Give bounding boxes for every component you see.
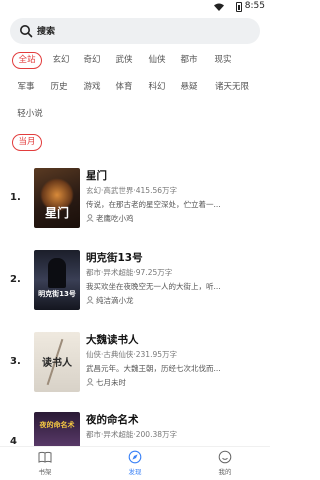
nav-discover-label: 发现 [128,468,142,476]
filter-tiyu[interactable]: 体育 [112,79,136,96]
book-title: 夜的命名术 [86,414,139,426]
book-meta: 都市·异术超能·97.25万字 [86,268,173,277]
filter-youxi[interactable]: 游戏 [80,79,104,96]
cover-title: 明克街13号 [38,290,76,298]
book-rank: 3. [10,356,21,367]
status-bar: 8:55 [0,0,270,14]
book-description: 我买欢坐在夜晚空无一人的大街上，听... [86,282,221,291]
book-title: 星门 [86,170,107,182]
book-author: 七月未时 [96,378,126,387]
filter-xianshi[interactable]: 现实 [210,52,236,69]
cover-title: 星门 [44,206,69,220]
author-icon [86,378,94,386]
book-description: 传说，在那古老的星空深处，伫立着一... [86,200,221,209]
nav-me-label: 我的 [218,468,232,476]
book-item[interactable]: 4 夜的命名术 夜的命名术 都市·异术超能·200.38万字 [0,408,270,446]
filter-lishi[interactable]: 历史 [47,79,71,96]
compass-icon [128,450,142,464]
book-item[interactable]: 3. 读书人 大魏读书人 仙侠·古典仙侠·231.95万字 武昌元年。大魏王朝，… [0,328,270,400]
book-item[interactable]: 1. 星门 星门 玄幻·高武世界·415.56万字 传说，在那古老的星空深处，伫… [0,164,270,236]
book-meta: 玄幻·高武世界·415.56万字 [86,186,178,195]
book-cover: 读书人 [34,332,80,392]
book-title: 明克街13号 [86,252,143,264]
book-author: 纯洁滴小龙 [96,296,134,305]
nav-discover[interactable]: 发现 [110,450,160,480]
wifi-icon [214,3,224,11]
book-rank: 4 [10,436,17,446]
filter-xianxia[interactable]: 仙侠 [145,52,169,69]
book-item[interactable]: 2. 明克街13号 明克街13号 都市·异术超能·97.25万字 我买欢坐在夜晚… [0,246,270,318]
cover-title: 夜的命名术 [39,421,75,429]
bookshelf-icon [38,451,52,463]
filter-qingxiaoshuo[interactable]: 轻小说 [14,106,46,123]
book-meta: 都市·异术超能·200.38万字 [86,430,178,439]
nav-shelf[interactable]: 书架 [20,450,70,480]
cover-title: 读书人 [42,358,72,369]
filter-dushi[interactable]: 都市 [177,52,201,69]
filter-junshi[interactable]: 军事 [14,79,38,96]
book-meta: 仙侠·古典仙侠·231.95万字 [86,350,178,359]
book-cover: 星门 [34,168,80,228]
book-cover: 夜的命名术 [34,412,80,446]
search-icon [20,25,33,38]
author-icon [86,214,94,222]
filter-xuanyi[interactable]: 悬疑 [177,79,201,96]
filter-xuanhuan[interactable]: 玄幻 [49,52,73,69]
period-month[interactable]: 当月 [12,134,42,151]
book-title: 大魏读书人 [86,334,139,346]
filter-zhutian[interactable]: 诸天无限 [210,79,254,96]
nav-shelf-label: 书架 [38,468,52,476]
filter-all[interactable]: 全站 [12,52,42,69]
book-author: 老鹰吃小鸡 [96,214,134,223]
nav-me[interactable]: 我的 [200,450,250,480]
author-icon [86,296,94,304]
bottom-nav: 书架 发现 我的 [0,446,270,480]
filter-wuxia[interactable]: 武侠 [112,52,136,69]
smiley-icon [218,450,232,464]
book-rank: 1. [10,192,21,203]
book-rank: 2. [10,274,21,285]
search-label: 搜索 [37,27,56,37]
filter-qihuan[interactable]: 奇幻 [80,52,104,69]
filter-kehuan[interactable]: 科幻 [145,79,169,96]
status-time: 8:55 [244,1,265,11]
search-bar[interactable]: 搜索 [10,18,260,44]
battery-icon [236,2,242,12]
book-description: 武昌元年。大魏王朝，历经七次北伐而... [86,364,221,373]
book-cover: 明克街13号 [34,250,80,310]
